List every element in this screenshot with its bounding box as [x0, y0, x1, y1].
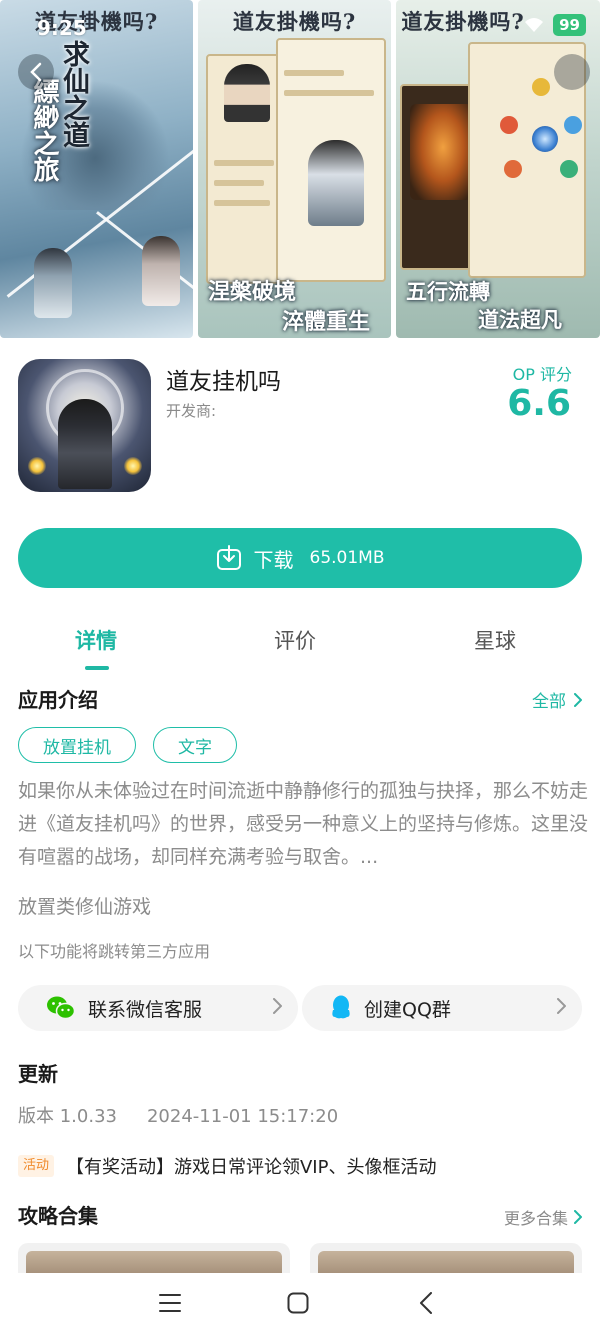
tag-idle[interactable]: 放置挂机: [18, 727, 136, 763]
wechat-icon: [47, 996, 76, 1020]
rating-value: 6.6: [507, 383, 571, 424]
chevron-right-icon: [273, 998, 282, 1014]
flame-art: [124, 457, 142, 475]
download-button[interactable]: 下载 65.01MB: [18, 528, 582, 588]
character-figure: [308, 140, 364, 226]
version-label: 版本 1.0.33: [18, 1106, 117, 1127]
screenshot-2[interactable]: 道友掛機吗? 涅槃破境 淬體重生: [198, 0, 391, 338]
guide-thumbnail: [318, 1251, 574, 1273]
intro-subtitle: 放置类修仙游戏: [18, 896, 152, 918]
screenshot-gallery[interactable]: 道友掛機吗? 求仙之道 縹緲之旅 道友掛機吗? 涅槃破境 淬體重生 道友掛機吗?…: [0, 0, 600, 338]
qq-group-label: 创建QQ群: [364, 998, 451, 1021]
tab-bar: 详情 评价 星球: [0, 625, 600, 673]
activity-link[interactable]: 【有奖活动】游戏日常评论领VIP、头像框活动: [66, 1153, 436, 1179]
status-time: 9:25: [37, 16, 87, 40]
app-name: 道友挂机吗: [166, 369, 281, 395]
system-navbar: [0, 1273, 600, 1333]
chevron-right-icon: [574, 692, 582, 707]
chevron-right-icon: [557, 998, 566, 1014]
tab-indicator: [85, 666, 109, 670]
download-icon: [216, 545, 241, 570]
panel-line: [284, 90, 374, 96]
status-icons: 99: [523, 14, 586, 36]
download-label: 下载: [253, 547, 294, 572]
more-options-button[interactable]: [554, 54, 590, 90]
app-icon: [18, 359, 151, 492]
intro-description[interactable]: 如果你从未体验过在时间流逝中静静修行的孤独与抉择，那么不妨走进《道友挂机吗》的世…: [18, 775, 588, 874]
tab-reviews[interactable]: 评价: [274, 625, 316, 655]
developer-label[interactable]: 开发商:: [166, 400, 216, 421]
tab-planet[interactable]: 星球: [474, 625, 516, 655]
home-button[interactable]: [282, 1287, 314, 1319]
intro-title: 应用介绍: [18, 688, 98, 712]
flame-art: [28, 457, 46, 475]
home-icon: [287, 1292, 309, 1314]
intro-more-link[interactable]: 全部: [532, 687, 582, 712]
screenshot-slogan: 道法超凡: [478, 307, 562, 332]
guide-card[interactable]: [310, 1243, 582, 1273]
guide-thumbnail: [26, 1251, 282, 1273]
chevron-right-icon: [574, 1210, 582, 1224]
element-orb: [500, 116, 518, 134]
third-party-note: 以下功能将跳转第三方应用: [18, 942, 211, 961]
tag-text[interactable]: 文字: [153, 727, 237, 763]
panel-line: [284, 70, 344, 76]
screenshot-caption: 道友掛機吗?: [34, 9, 159, 34]
qq-icon: [332, 995, 350, 1019]
intro-more-label: 全部: [532, 692, 566, 712]
character-figure: [34, 248, 72, 318]
wechat-service-button[interactable]: 联系微信客服: [18, 985, 298, 1031]
panel-line: [214, 200, 270, 206]
tiger-art: [410, 104, 476, 200]
character-figure: [142, 236, 180, 306]
menu-button[interactable]: [154, 1287, 186, 1319]
wifi-icon: [525, 18, 544, 32]
screenshot-slogan: 縹緲之旅: [29, 78, 59, 182]
back-icon: [420, 1292, 432, 1314]
battery-indicator: 99: [553, 14, 586, 36]
guides-title: 攻略合集: [18, 1204, 98, 1228]
character-figure: [58, 399, 112, 489]
element-orb: [504, 160, 522, 178]
activity-badge: 活动: [18, 1155, 55, 1177]
element-orb: [532, 78, 550, 96]
guide-card[interactable]: [18, 1243, 290, 1273]
screenshot-slogan: 淬體重生: [282, 309, 371, 335]
back-button[interactable]: [18, 54, 54, 90]
chevron-left-icon: [30, 62, 42, 82]
qq-group-button[interactable]: 创建QQ群: [302, 985, 582, 1031]
download-size: 65.01MB: [309, 548, 385, 568]
character-portrait: [224, 64, 270, 122]
screenshot-3[interactable]: 道友掛機吗? 五行流轉 道法超凡: [396, 0, 600, 338]
nav-back-button[interactable]: [410, 1287, 442, 1319]
guides-more-link[interactable]: 更多合集: [504, 1205, 582, 1229]
screenshot-slogan: 五行流轉: [406, 279, 490, 304]
element-orb: [564, 116, 582, 134]
screenshot-slogan: 涅槃破境: [208, 279, 297, 305]
element-orb: [532, 126, 558, 152]
panel-line: [214, 180, 264, 186]
guides-more-label: 更多合集: [503, 1209, 568, 1228]
update-title: 更新: [18, 1062, 58, 1086]
rating-label: OP 评分: [512, 365, 572, 384]
update-date: 2024-11-01 15:17:20: [146, 1106, 339, 1127]
tab-details[interactable]: 详情: [75, 625, 117, 655]
element-orb: [560, 160, 578, 178]
version-row: 版本 1.0.33 2024-11-01 15:17:20: [18, 1102, 338, 1128]
menu-icon: [159, 1294, 181, 1312]
panel-line: [214, 160, 274, 166]
screenshot-1[interactable]: 道友掛機吗? 求仙之道 縹緲之旅: [0, 0, 193, 338]
screenshot-caption: 道友掛機吗?: [232, 9, 357, 34]
wechat-service-label: 联系微信客服: [88, 998, 203, 1021]
